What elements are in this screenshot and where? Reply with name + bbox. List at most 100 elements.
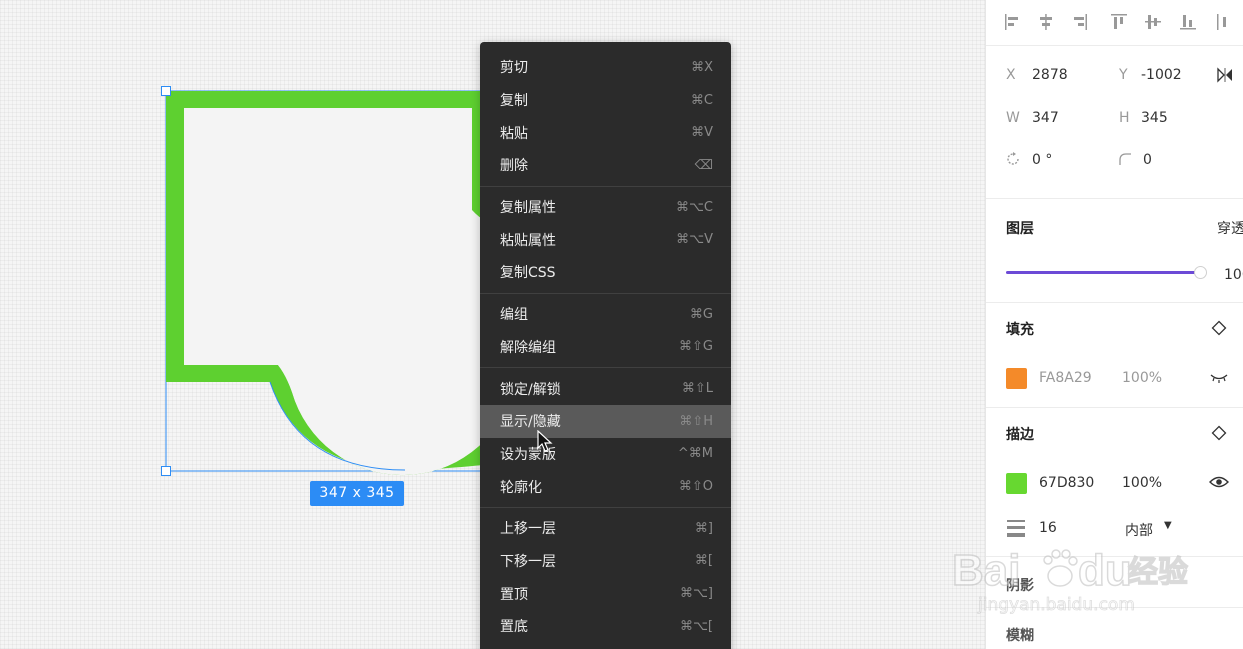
h-label: H [1119,110,1130,126]
context-menu: 剪切 ⌘X 复制 ⌘C 粘贴 ⌘V 删除 ⌫ 复制属性 ⌘⌥C 粘贴属性 ⌘⌥V 复制CSS 编组 ⌘G 解除… [480,42,731,649]
menu-item-label: 上移一层 [500,521,556,538]
menu-item-shortcut: ⌘X [691,59,713,75]
align-center-h-icon[interactable] [1038,12,1054,32]
menu-item[interactable]: 上移一层 ⌘] [480,512,731,545]
w-label: W [1006,110,1020,126]
menu-item-shortcut: ⌘⌥C [675,199,713,215]
visible-eye-icon[interactable] [1209,475,1229,489]
stroke-section-title: 描边 [1006,427,1034,443]
stroke-hex-field[interactable]: 67D830 [1039,475,1094,491]
menu-separator [480,185,731,187]
menu-item-shortcut: ⌘[ [694,553,713,569]
menu-item[interactable]: 置底 ⌘⌥[ [480,610,731,643]
align-toolbar [986,0,1243,46]
rotation-icon [1007,152,1019,165]
menu-item[interactable]: 轮廓化 ⌘⇧O [480,470,731,503]
radius-field[interactable]: 0 [1143,152,1152,168]
menu-item[interactable]: 复制 ⌘C [480,84,731,117]
fill-opacity-field[interactable]: 100% [1122,370,1162,386]
shape-interior [184,108,513,476]
mouse-cursor-icon [537,430,553,452]
menu-item-label: 删除 [500,158,528,175]
flip-horizontal-icon[interactable] [1216,67,1234,83]
menu-item-label: 复制CSS [500,265,556,282]
menu-item-label: 解除编组 [500,339,556,356]
chevron-down-icon[interactable]: ▼ [1164,520,1172,531]
rotation-field[interactable]: 0 ° [1032,152,1052,168]
menu-item-shortcut: ⌘⌥[ [679,618,713,634]
menu-item[interactable]: 解除编组 ⌘⇧G [480,331,731,364]
y-field[interactable]: -1002 [1141,67,1182,83]
menu-item-label: 置底 [500,619,528,636]
resize-handle-top-left[interactable] [161,86,171,96]
resize-handle-bottom-left[interactable] [161,466,171,476]
align-left-icon[interactable] [1004,12,1020,32]
menu-item-label: 下移一层 [500,553,556,570]
stroke-width-field[interactable]: 16 [1039,520,1057,536]
menu-item-label: 复制 [500,93,528,110]
fill-hex-field[interactable]: FA8A29 [1039,370,1092,386]
stroke-opacity-field[interactable]: 100% [1122,475,1162,491]
svg-text:经验: 经验 [1128,555,1188,590]
size-badge: 347 x 345 [310,481,404,506]
menu-item-shortcut: ⌘⇧G [679,339,713,355]
stroke-width-icon [1007,520,1025,537]
menu-item-label: 轮廓化 [500,479,542,496]
menu-item[interactable]: 编组 ⌘G [480,298,731,331]
menu-item[interactable]: 粘贴 ⌘V [480,116,731,149]
divider [986,407,1243,408]
menu-item[interactable]: 锁定/解锁 ⌘⇧L [480,372,731,405]
menu-item[interactable]: 置顶 ⌘⌥] [480,577,731,610]
menu-item[interactable]: 剪切 ⌘X [480,51,731,84]
align-bottom-icon[interactable] [1179,12,1197,32]
menu-item[interactable]: 显示/隐藏 ⌘⇧H [480,404,731,438]
opacity-value[interactable]: 100 [1224,267,1243,283]
stroke-position-select[interactable]: 内部 [1125,520,1153,540]
menu-item-label: 粘贴属性 [500,232,556,249]
stroke-color-swatch[interactable] [1006,473,1027,494]
svg-text:Bai: Bai [952,546,1020,595]
menu-item-label: 剪切 [500,60,528,77]
opacity-slider[interactable] [1006,271,1196,274]
menu-item[interactable]: 复制CSS [480,256,731,289]
menu-item-shortcut: ⌫ [694,157,713,173]
menu-item[interactable]: 复制属性 ⌘⌥C [480,191,731,224]
align-top-icon[interactable] [1110,12,1128,32]
divider [986,198,1243,199]
fill-section-title: 填充 [1006,322,1034,338]
opacity-slider-handle[interactable] [1194,266,1207,279]
menu-item[interactable]: 粘贴属性 ⌘⌥V [480,223,731,256]
x-field[interactable]: 2878 [1032,67,1068,83]
divider [986,302,1243,303]
menu-item-label: 置顶 [500,586,528,603]
add-style-diamond-icon[interactable] [1211,425,1227,441]
menu-item-label: 编组 [500,307,528,324]
menu-item-label: 显示/隐藏 [500,414,561,431]
layer-section-title: 图层 [1006,221,1034,237]
align-right-icon[interactable] [1072,12,1088,32]
menu-item[interactable]: 设为蒙版 ^⌘M [480,438,731,471]
fill-color-swatch[interactable] [1006,368,1027,389]
align-middle-v-icon[interactable] [1144,12,1162,32]
menu-item-shortcut: ⌘V [691,125,713,141]
distribute-horizontal-icon[interactable] [1216,12,1234,32]
menu-item-shortcut: ⌘] [694,520,713,536]
menu-item-shortcut: ⌘⌥] [679,586,713,602]
x-label: X [1006,67,1016,83]
menu-separator [480,292,731,294]
blend-mode-select[interactable]: 穿透 [1217,218,1243,238]
menu-item[interactable]: 删除 ⌫ [480,149,731,182]
menu-item-shortcut: ⌘⇧L [681,381,713,397]
menu-separator [480,367,731,369]
hidden-eye-icon[interactable] [1210,372,1228,384]
y-label: Y [1119,67,1128,83]
baidu-jingyan-watermark: Bai du 经验 jingyan.baidu.com [951,545,1188,615]
w-field[interactable]: 347 [1032,110,1059,126]
add-style-diamond-icon[interactable] [1211,320,1227,336]
h-field[interactable]: 345 [1141,110,1168,126]
menu-item-shortcut: ⌘⇧O [678,479,713,495]
corner-radius-icon [1119,153,1131,165]
menu-item-shortcut: ^⌘M [677,446,713,462]
svg-text:du: du [1078,546,1132,595]
menu-item[interactable]: 下移一层 ⌘[ [480,545,731,578]
